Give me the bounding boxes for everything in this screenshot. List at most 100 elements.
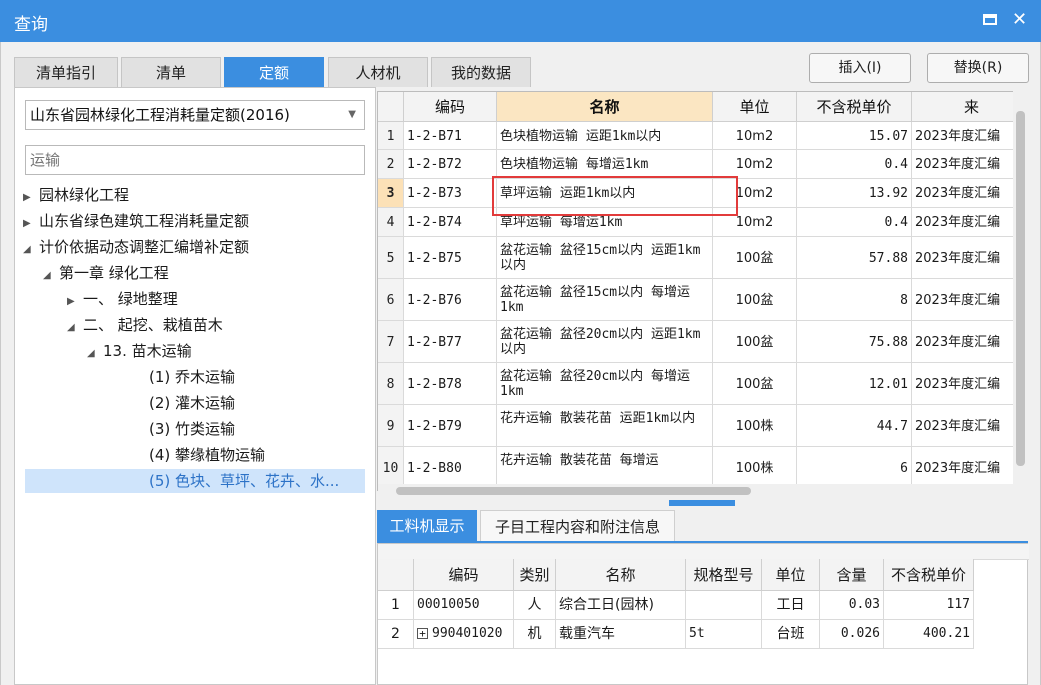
table-cell[interactable]: 1-2-B73	[404, 179, 497, 208]
collapse-arrow-icon[interactable]: ◢	[43, 264, 59, 288]
resource-header[interactable]: 编码	[414, 559, 514, 591]
table-cell[interactable]: 2023年度汇编	[912, 208, 1027, 237]
table-cell[interactable]: 2023年度汇编	[912, 321, 1027, 363]
collapse-arrow-icon[interactable]: ◢	[87, 342, 103, 366]
tab-4[interactable]: 我的数据	[431, 57, 531, 87]
table-cell[interactable]: 6	[797, 447, 912, 489]
table-cell[interactable]: 色块植物运输 运距1km以内	[497, 122, 713, 150]
collapse-arrow-icon[interactable]: ◢	[23, 238, 39, 262]
table-cell[interactable]: 盆花运输 盆径15cm以内 每增运1km	[497, 279, 713, 321]
table-cell[interactable]: 1-2-B78	[404, 363, 497, 405]
table-cell[interactable]: 机	[514, 620, 556, 649]
table-cell[interactable]: 2023年度汇编	[912, 279, 1027, 321]
tree-item[interactable]: (1) 乔木运输	[149, 365, 235, 389]
table-cell[interactable]: 1-2-B79	[404, 405, 497, 447]
table-cell[interactable]: 盆花运输 盆径20cm以内 每增运1km	[497, 363, 713, 405]
resource-header[interactable]	[378, 559, 414, 591]
grid-header[interactable]: 名称	[497, 92, 713, 122]
resource-header[interactable]: 含量	[820, 559, 884, 591]
table-cell[interactable]: 2023年度汇编	[912, 122, 1027, 150]
scroll-thumb[interactable]	[396, 487, 751, 495]
table-cell[interactable]: 0.03	[820, 591, 884, 620]
table-cell[interactable]: 15.07	[797, 122, 912, 150]
table-cell[interactable]: 100株	[713, 447, 797, 489]
tab-3[interactable]: 人材机	[328, 57, 428, 87]
resource-header[interactable]: 单位	[762, 559, 820, 591]
horizontal-scrollbar[interactable]	[378, 484, 1014, 498]
table-cell[interactable]: 2023年度汇编	[912, 150, 1027, 179]
tree-item[interactable]: ◢ 计价依据动态调整汇编增补定额	[23, 235, 249, 259]
tab-sub-item-info[interactable]: 子目工程内容和附注信息	[480, 510, 675, 542]
table-cell[interactable]: 1-2-B72	[404, 150, 497, 179]
table-cell[interactable]: 2023年度汇编	[912, 447, 1027, 489]
tab-labor-material-display[interactable]: 工料机显示	[377, 510, 477, 542]
table-cell[interactable]: 综合工日(园林)	[556, 591, 686, 620]
grid-header[interactable]: 编码	[404, 92, 497, 122]
expand-arrow-icon[interactable]: ▶	[23, 186, 39, 210]
table-cell[interactable]: 100盆	[713, 363, 797, 405]
scroll-thumb[interactable]	[1016, 111, 1025, 466]
maximize-icon[interactable]	[983, 14, 997, 25]
panel-splitter[interactable]	[669, 500, 735, 506]
table-cell[interactable]: 12.01	[797, 363, 912, 405]
table-cell[interactable]: 8	[797, 279, 912, 321]
tab-0[interactable]: 清单指引	[14, 57, 118, 87]
table-cell[interactable]: 100盆	[713, 279, 797, 321]
table-cell[interactable]: 盆花运输 盆径20cm以内 运距1km以内	[497, 321, 713, 363]
table-cell[interactable]: +990401020	[414, 620, 514, 649]
table-cell[interactable]: 载重汽车	[556, 620, 686, 649]
table-cell[interactable]: 1-2-B74	[404, 208, 497, 237]
tab-2[interactable]: 定额	[224, 57, 324, 87]
insert-button[interactable]: 插入(I)	[809, 53, 911, 83]
table-cell[interactable]: 0.026	[820, 620, 884, 649]
table-cell[interactable]: 100株	[713, 405, 797, 447]
resource-header[interactable]: 不含税单价	[884, 559, 974, 591]
table-cell[interactable]: 人	[514, 591, 556, 620]
grid-header[interactable]: 单位	[713, 92, 797, 122]
tree-item[interactable]: ◢ 13. 苗木运输	[87, 339, 192, 363]
table-cell[interactable]: 100盆	[713, 321, 797, 363]
table-cell[interactable]: 2023年度汇编	[912, 363, 1027, 405]
table-cell[interactable]: 工日	[762, 591, 820, 620]
table-cell[interactable]: 色块植物运输 每增运1km	[497, 150, 713, 179]
table-cell[interactable]: 400.21	[884, 620, 974, 649]
expand-arrow-icon[interactable]: ▶	[23, 212, 39, 236]
resource-header[interactable]: 名称	[556, 559, 686, 591]
tree-item[interactable]: ▶ 一、 绿地整理	[67, 287, 178, 311]
table-cell[interactable]: 0.4	[797, 208, 912, 237]
grid-header[interactable]: 来	[912, 92, 1027, 122]
table-cell[interactable]: 2023年度汇编	[912, 237, 1027, 279]
table-cell[interactable]: 5t	[686, 620, 762, 649]
table-cell[interactable]: 花卉运输 散装花苗 运距1km以内	[497, 405, 713, 447]
table-cell[interactable]: 10m2	[713, 150, 797, 179]
tree-item[interactable]: ◢ 二、 起挖、栽植苗木	[67, 313, 223, 337]
table-cell[interactable]	[686, 591, 762, 620]
search-input[interactable]	[25, 145, 365, 175]
tree-item[interactable]: (3) 竹类运输	[149, 417, 235, 441]
table-cell[interactable]: 100盆	[713, 237, 797, 279]
table-cell[interactable]: 盆花运输 盆径15cm以内 运距1km以内	[497, 237, 713, 279]
chevron-down-icon[interactable]: ▼	[348, 101, 356, 129]
tree-item[interactable]: ▶ 山东省绿色建筑工程消耗量定额	[23, 209, 249, 233]
table-cell[interactable]: 10m2	[713, 122, 797, 150]
close-icon[interactable]: ✕	[1012, 8, 1027, 32]
table-cell[interactable]: 75.88	[797, 321, 912, 363]
resource-header[interactable]: 类别	[514, 559, 556, 591]
replace-button[interactable]: 替换(R)	[927, 53, 1029, 83]
table-cell[interactable]: 2023年度汇编	[912, 179, 1027, 208]
table-cell[interactable]: 0.4	[797, 150, 912, 179]
resource-header[interactable]: 规格型号	[686, 559, 762, 591]
table-cell[interactable]: 57.88	[797, 237, 912, 279]
table-cell[interactable]: 1-2-B77	[404, 321, 497, 363]
table-cell[interactable]: 1-2-B75	[404, 237, 497, 279]
table-cell[interactable]: 1-2-B71	[404, 122, 497, 150]
table-cell[interactable]: 花卉运输 散装花苗 每增运	[497, 447, 713, 489]
table-cell[interactable]: 2023年度汇编	[912, 405, 1027, 447]
table-cell[interactable]: 1-2-B80	[404, 447, 497, 489]
collapse-arrow-icon[interactable]: ◢	[67, 316, 83, 340]
expand-plus-icon[interactable]: +	[417, 628, 428, 639]
tree-item[interactable]: ▶ 园林绿化工程	[23, 183, 129, 207]
table-cell[interactable]: 13.92	[797, 179, 912, 208]
table-cell[interactable]: 1-2-B76	[404, 279, 497, 321]
table-cell[interactable]: 44.7	[797, 405, 912, 447]
